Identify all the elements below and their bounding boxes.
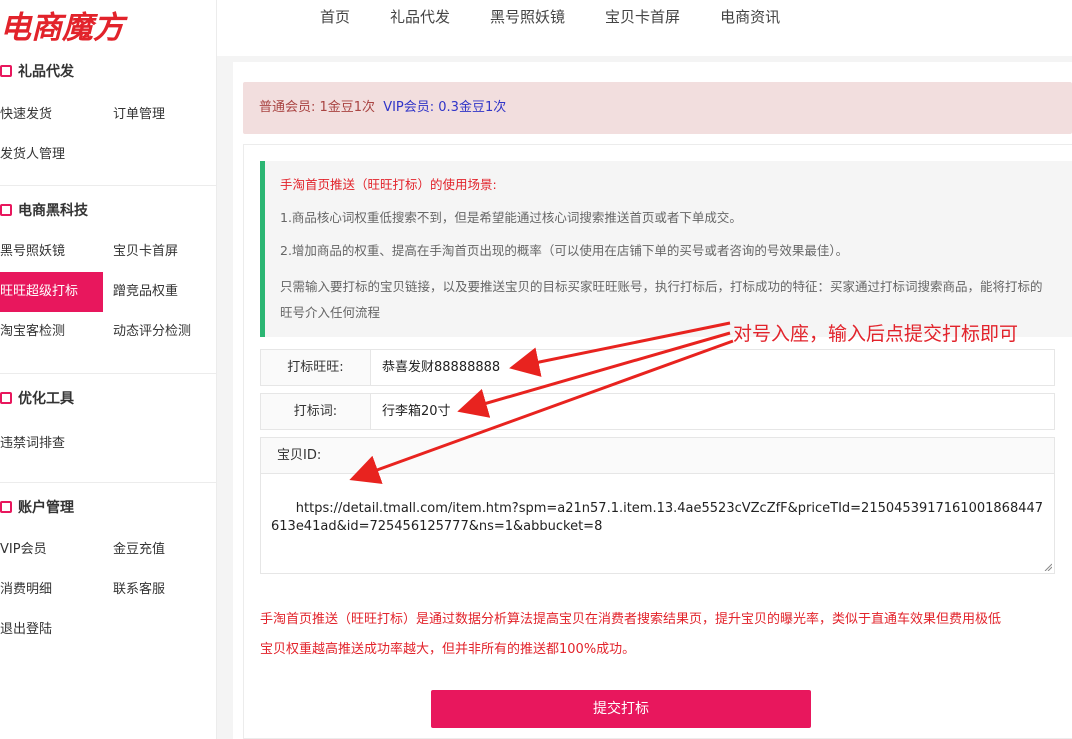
wangwang-label: 打标旺旺: [261,350,371,385]
sidebar-item-item-card[interactable]: 宝贝卡首屏 [113,232,217,272]
resize-handle-icon[interactable] [1044,563,1052,571]
sidebar-item-taoke-check[interactable]: 淘宝客检测 [0,312,113,352]
logo[interactable]: 电商魔方 [0,0,217,56]
sidebar-item-orders[interactable]: 订单管理 [113,95,217,135]
sidebar-group-title: 账户管理 [0,492,216,522]
description-line: 宝贝权重越高推送成功率越大，但并非所有的推送都100%成功。 [260,642,636,657]
sidebar-item-logout[interactable]: 退出登陆 [0,610,113,650]
tool-icon [0,392,12,404]
annotation-text: 对号入座，输入后点提交打标即可 [733,323,1019,345]
sidebar-item-sender-manage[interactable]: 发货人管理 [0,135,113,175]
keyword-input[interactable]: 行李箱20寸 [371,394,451,429]
sidebar-group-tools: 优化工具 违禁词排查 [0,383,216,483]
vip-member-price: VIP会员: 0.3金豆1次 [383,100,507,115]
main-content: 普通会员: 1金豆1次 VIP会员: 0.3金豆1次 手淘首页推送（旺旺打标）的… [233,62,1072,739]
normal-member-price: 普通会员: 1金豆1次 [259,100,376,115]
top-bar: 电商魔方 首页 礼品代发 黑号照妖镜 宝贝卡首屏 电商资讯 [0,0,1072,56]
item-id-label: 宝贝ID: [260,437,1055,474]
sidebar-item-contact[interactable]: 联系客服 [113,570,217,610]
nav-black-account-check[interactable]: 黑号照妖镜 [490,0,565,40]
sidebar: 礼品代发 快速发货 订单管理 发货人管理 电商黑科技 黑号照妖镜 宝贝卡首屏 旺… [0,56,217,739]
sidebar-group-account: 账户管理 VIP会员 金豆充值 消费明细 联系客服 退出登陆 [0,492,216,650]
tips-title: 手淘首页推送（旺旺打标）的使用场景: [280,177,497,192]
sidebar-item-spending[interactable]: 消费明细 [0,570,113,610]
nav-ecommerce-news[interactable]: 电商资讯 [720,0,780,40]
sidebar-group-gift: 礼品代发 快速发货 订单管理 发货人管理 [0,56,216,186]
keyword-field: 打标词: 行李箱20寸 [260,393,1055,430]
description: 手淘首页推送（旺旺打标）是通过数据分析算法提高宝贝在消费者搜索结果页，提升宝贝的… [260,605,1072,665]
description-line: 手淘首页推送（旺旺打标）是通过数据分析算法提高宝贝在消费者搜索结果页，提升宝贝的… [260,612,1002,627]
price-notice: 普通会员: 1金豆1次 VIP会员: 0.3金豆1次 [243,82,1072,134]
sidebar-group-title: 礼品代发 [0,56,216,86]
sidebar-item-wangwang-tagging[interactable]: 旺旺超级打标 [0,272,103,312]
logo-text: 电商魔方 [0,10,124,46]
chart-icon [0,204,12,216]
wangwang-field: 打标旺旺: 恭喜发财88888888 [260,349,1055,386]
sidebar-item-quick-ship[interactable]: 快速发货 [0,95,113,135]
submit-button[interactable]: 提交打标 [431,690,811,728]
form-panel: 手淘首页推送（旺旺打标）的使用场景: 1.商品核心词权重低搜索不到，但是希望能通… [243,144,1072,739]
sidebar-item-vip[interactable]: VIP会员 [0,530,113,570]
sidebar-item-competitor-weight[interactable]: 蹭竞品权重 [113,272,217,312]
sidebar-group-title: 优化工具 [0,383,216,413]
bag-icon [0,65,12,77]
keyword-label: 打标词: [261,394,371,429]
tips-line: 只需输入要打标的宝贝链接，以及要推送宝贝的目标买家旺旺账号，执行打标后，打标成功… [280,279,1043,294]
item-id-textarea[interactable]: https://detail.tmall.com/item.htm?spm=a2… [260,473,1055,574]
user-icon [0,501,12,513]
nav-gift-shipping[interactable]: 礼品代发 [390,0,450,40]
sidebar-item-dsr-check[interactable]: 动态评分检测 [113,312,217,352]
sidebar-item-recharge[interactable]: 金豆充值 [113,530,217,570]
sidebar-item-black-account-check[interactable]: 黑号照妖镜 [0,232,113,272]
tips-line: 1.商品核心词权重低搜索不到，但是希望能通过核心词搜索推送首页或者下单成交。 [280,210,742,225]
sidebar-item-banned-words[interactable]: 违禁词排查 [0,424,113,464]
wangwang-input[interactable]: 恭喜发财88888888 [371,350,500,385]
item-id-value: https://detail.tmall.com/item.htm?spm=a2… [271,501,1044,534]
nav-item-card-first-screen[interactable]: 宝贝卡首屏 [605,0,680,40]
sidebar-group-tech: 电商黑科技 黑号照妖镜 宝贝卡首屏 旺旺超级打标 蹭竞品权重 淘宝客检测 动态评… [0,195,216,374]
tips-line: 2.增加商品的权重、提高在手淘首页出现的概率（可以使用在店铺下单的买号或者咨询的… [280,243,849,258]
main-nav: 首页 礼品代发 黑号照妖镜 宝贝卡首屏 电商资讯 [300,0,800,40]
sidebar-group-title: 电商黑科技 [0,195,216,225]
usage-tips: 手淘首页推送（旺旺打标）的使用场景: 1.商品核心词权重低搜索不到，但是希望能通… [260,161,1072,337]
nav-home[interactable]: 首页 [320,0,350,40]
